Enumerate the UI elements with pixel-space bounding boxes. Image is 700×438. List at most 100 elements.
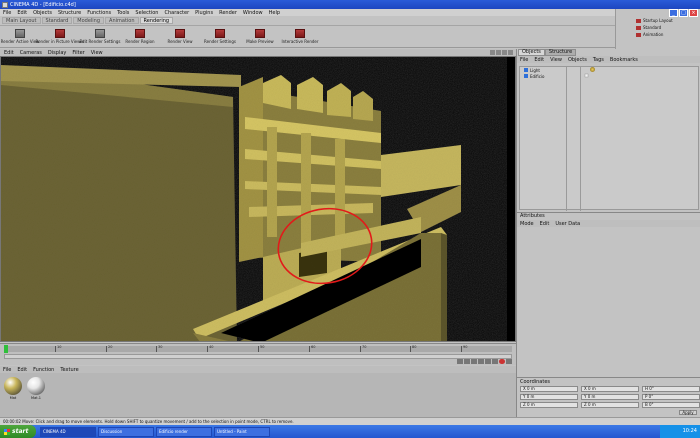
object-row-building[interactable]: Edificio xyxy=(520,73,698,79)
render-picture-viewer-button[interactable]: Render in Picture Viewer xyxy=(35,29,85,44)
material-swatch[interactable]: Mat xyxy=(3,377,23,413)
render-active-view-button[interactable]: Render Active View xyxy=(1,29,39,44)
material-tag-icon[interactable] xyxy=(590,67,595,72)
minimize-icon[interactable]: _ xyxy=(669,9,678,17)
tab-main-layout[interactable]: Main Layout xyxy=(2,17,41,24)
taskbar-item[interactable]: Edificio render xyxy=(156,426,212,437)
material-menu-edit[interactable]: Edit xyxy=(17,367,27,373)
tab-rendering[interactable]: Rendering xyxy=(139,17,174,24)
apply-button[interactable]: Apply xyxy=(679,410,697,415)
viewport-menu-display[interactable]: Display xyxy=(48,50,66,56)
render-region-button[interactable]: Render Region xyxy=(124,29,156,44)
object-manager: Objects Structure File Edit View Objects… xyxy=(516,49,700,212)
layout-item[interactable]: Startup Layout xyxy=(636,17,697,24)
attr-menu-edit[interactable]: Edit xyxy=(540,221,550,227)
zoom-view-icon[interactable] xyxy=(496,50,501,55)
object-icon xyxy=(524,74,528,78)
obj-menu-view[interactable]: View xyxy=(550,57,562,63)
coordinate-field[interactable]: Z 0 m xyxy=(581,402,639,408)
layout-item[interactable]: Animation xyxy=(636,31,697,38)
rotate-view-icon[interactable] xyxy=(502,50,507,55)
step-forward-icon[interactable] xyxy=(485,359,491,364)
menu-character[interactable]: Character xyxy=(164,10,189,16)
coordinate-field[interactable]: Z 0 m xyxy=(520,402,578,408)
menu-structure[interactable]: Structure xyxy=(58,10,81,16)
material-menu-function[interactable]: Function xyxy=(33,367,54,373)
timeline-tick-label: 50 xyxy=(260,345,265,349)
viewport-menu-filter[interactable]: Filter xyxy=(72,50,84,56)
timeline-tick xyxy=(207,346,208,352)
attr-menu-user-data[interactable]: User Data xyxy=(555,221,580,227)
menu-window[interactable]: Window xyxy=(243,10,263,16)
taskbar-item[interactable]: Untitled - Paint xyxy=(214,426,270,437)
material-swatch[interactable]: Mat.1 xyxy=(26,377,46,413)
material-tag-icon[interactable] xyxy=(584,73,589,78)
timeline-playhead[interactable] xyxy=(4,345,8,353)
material-menu-texture[interactable]: Texture xyxy=(60,367,78,373)
tab-standard[interactable]: Standard xyxy=(41,17,73,24)
goto-start-icon[interactable] xyxy=(457,359,463,364)
coordinate-field[interactable]: B 0° xyxy=(642,402,700,408)
obj-menu-edit[interactable]: Edit xyxy=(534,57,544,63)
timeline[interactable]: 0102030405060708090 xyxy=(0,343,516,365)
play-back-icon[interactable] xyxy=(471,359,477,364)
play-icon[interactable] xyxy=(478,359,484,364)
settings-icon xyxy=(95,29,105,38)
move-view-icon[interactable] xyxy=(490,50,495,55)
menu-functions[interactable]: Functions xyxy=(87,10,111,16)
render-settings-button[interactable]: Render Settings xyxy=(204,29,236,44)
taskbar-item[interactable]: Discussion xyxy=(98,426,154,437)
3d-viewport[interactable] xyxy=(0,56,516,342)
coordinate-field[interactable]: X 0 m xyxy=(520,386,578,392)
material-menu-file[interactable]: File xyxy=(3,367,11,373)
maximize-view-icon[interactable] xyxy=(508,50,513,55)
keyframe-icon[interactable] xyxy=(506,359,512,364)
maximize-icon[interactable]: □ xyxy=(679,9,688,17)
tab-animation[interactable]: Animation xyxy=(105,17,139,24)
viewport-menu-view[interactable]: View xyxy=(91,50,103,56)
menu-objects[interactable]: Objects xyxy=(33,10,52,16)
edit-render-settings-button[interactable]: Edit Render Settings xyxy=(80,29,120,44)
viewport-menu-cameras[interactable]: Cameras xyxy=(20,50,42,56)
timeline-tick-label: 40 xyxy=(209,345,214,349)
start-button[interactable]: start xyxy=(0,425,36,438)
menu-tools[interactable]: Tools xyxy=(117,10,129,16)
layout-item[interactable]: Standard xyxy=(636,24,697,31)
menu-plugins[interactable]: Plugins xyxy=(195,10,213,16)
interactive-render-button[interactable]: Interactive Render xyxy=(281,29,319,44)
obj-menu-tags[interactable]: Tags xyxy=(593,57,604,63)
attr-menu-mode[interactable]: Mode xyxy=(520,221,534,227)
coordinate-field[interactable]: Y 0 m xyxy=(520,394,578,400)
timeline-tick-label: 70 xyxy=(362,345,367,349)
goto-end-icon[interactable] xyxy=(492,359,498,364)
timeline-ruler[interactable]: 0102030405060708090 xyxy=(4,345,512,352)
menu-file[interactable]: File xyxy=(3,10,11,16)
record-icon[interactable] xyxy=(499,359,505,364)
render-toolbar: Render Active View Render in Picture Vie… xyxy=(0,26,615,48)
obj-menu-bookmarks[interactable]: Bookmarks xyxy=(610,57,638,63)
make-preview-button[interactable]: Make Preview xyxy=(244,29,276,44)
coordinate-field[interactable]: P 0° xyxy=(642,394,700,400)
tab-structure[interactable]: Structure xyxy=(544,49,577,56)
object-list[interactable]: Light Edificio xyxy=(519,66,699,211)
timeline-range-slider[interactable] xyxy=(4,354,512,359)
obj-menu-objects[interactable]: Objects xyxy=(568,57,587,63)
tab-modeling[interactable]: Modeling xyxy=(73,17,105,24)
coordinate-field[interactable]: X 0 m xyxy=(581,386,639,392)
render-view-button[interactable]: Render View xyxy=(164,29,196,44)
menu-edit[interactable]: Edit xyxy=(17,10,27,16)
viewport-menu-edit[interactable]: Edit xyxy=(4,50,14,56)
coordinate-field[interactable]: Y 0 m xyxy=(581,394,639,400)
obj-menu-file[interactable]: File xyxy=(520,57,528,63)
viewport-menu: Edit Cameras Display Filter View xyxy=(0,49,516,56)
tab-objects[interactable]: Objects xyxy=(518,49,545,56)
menu-render[interactable]: Render xyxy=(219,10,237,16)
menu-help[interactable]: Help xyxy=(269,10,280,16)
film-icon xyxy=(255,29,265,38)
close-icon[interactable]: × xyxy=(689,9,698,17)
clapper-icon xyxy=(215,29,225,38)
menu-selection[interactable]: Selection xyxy=(135,10,158,16)
step-back-icon[interactable] xyxy=(464,359,470,364)
coordinate-field[interactable]: H 0° xyxy=(642,386,700,392)
taskbar-item[interactable]: CINEMA 4D xyxy=(40,426,96,437)
